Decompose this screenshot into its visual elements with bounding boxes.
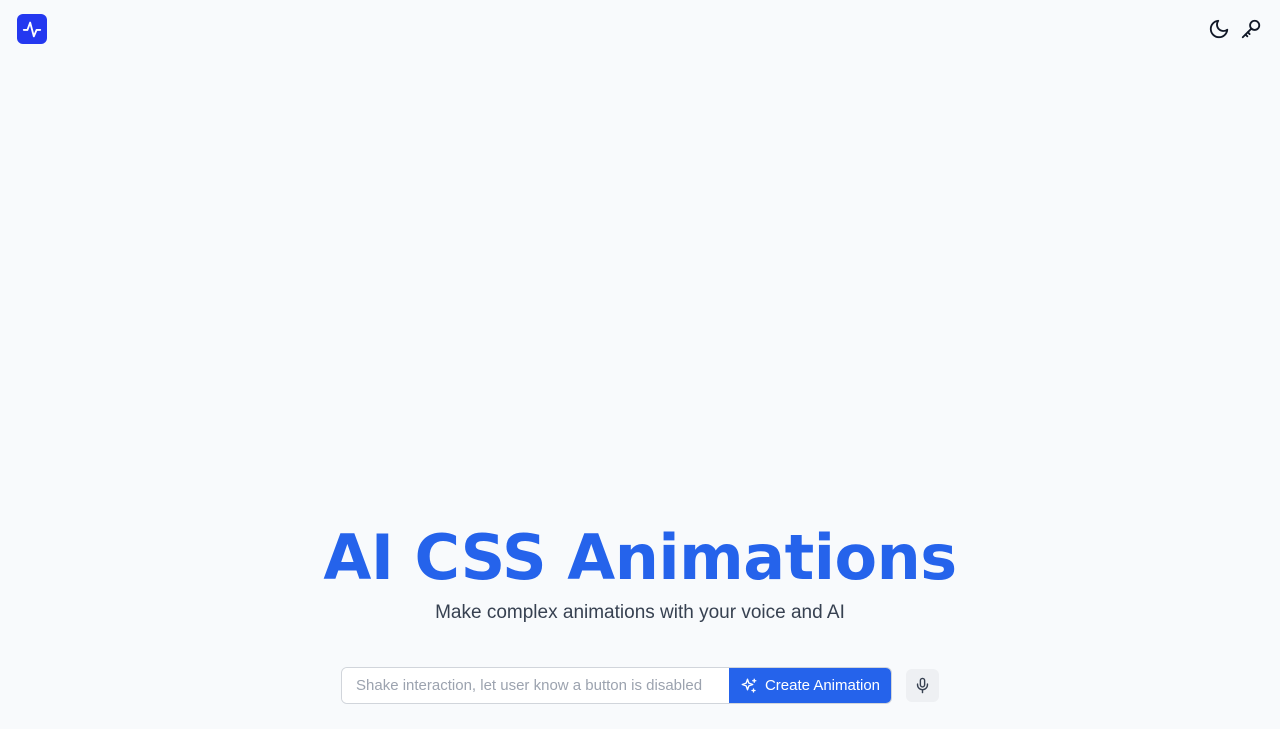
voice-input-button[interactable] [906,669,939,702]
moon-icon [1209,19,1229,39]
page-subtitle: Make complex animations with your voice … [435,602,845,623]
create-animation-button[interactable]: Create Animation [729,668,891,703]
sparkles-icon [741,678,757,693]
hero: AI CSS Animations Make complex animation… [0,520,1280,624]
api-key-button[interactable] [1239,17,1263,41]
prompt-input[interactable] [342,668,729,703]
page: AI CSS Animations Make complex animation… [0,0,1280,729]
create-animation-label: Create Animation [764,677,881,694]
prompt-input-group: Create Animation [341,667,892,704]
key-icon [1241,19,1261,39]
page-title: AI CSS Animations [323,521,957,594]
prompt-form: Create Animation [341,667,939,704]
microphone-icon [916,677,929,694]
activity-pulse-icon [22,21,42,38]
header-actions [1207,17,1263,41]
app-logo[interactable] [17,14,47,44]
theme-toggle-button[interactable] [1207,17,1231,41]
